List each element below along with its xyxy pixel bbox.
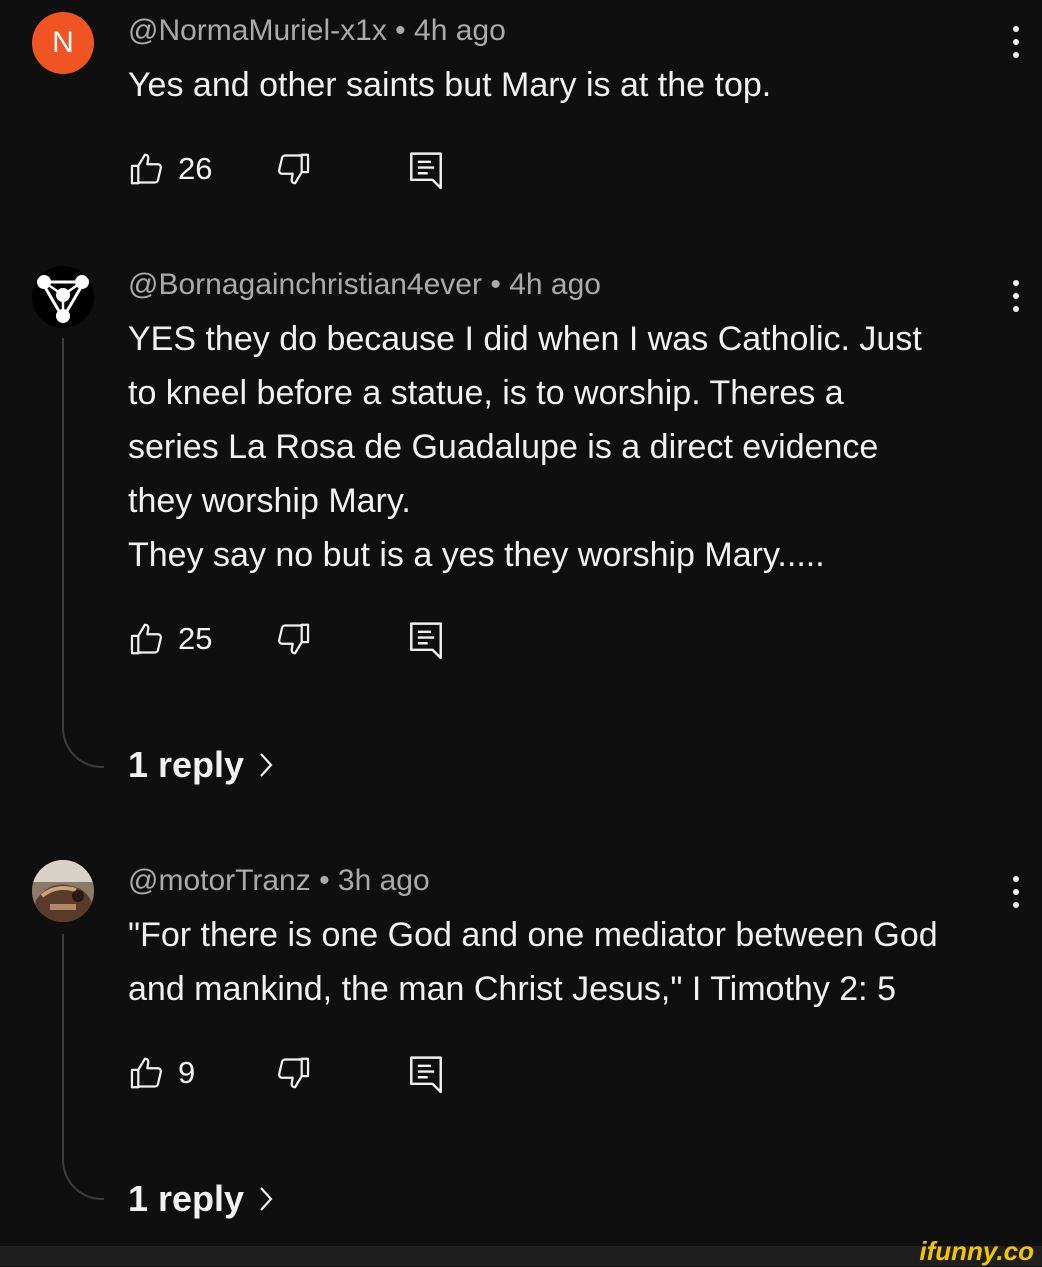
comment-time[interactable]: 4h ago xyxy=(509,268,601,301)
chevron-right-icon xyxy=(260,1187,273,1211)
comment-actions: 25 xyxy=(128,620,528,660)
comment-meta: @motorTranz • 3h ago xyxy=(128,864,430,898)
thumbs-up-icon xyxy=(130,1057,162,1089)
thumbs-down-icon xyxy=(278,1057,310,1089)
comment-author[interactable]: @motorTranz xyxy=(128,864,311,897)
reply-button[interactable] xyxy=(408,620,444,660)
comment-icon xyxy=(410,1056,442,1094)
footer-bar xyxy=(0,1246,1042,1266)
like-button[interactable]: 9 xyxy=(128,1054,195,1092)
comment-text: Yes and other saints but Mary is at the … xyxy=(128,66,772,104)
comment-text: YES they do because I did when I was Cat… xyxy=(128,320,922,574)
comment-icon xyxy=(410,152,442,190)
thumbs-down-icon xyxy=(278,623,310,655)
thread-line xyxy=(62,338,104,768)
car-photo-avatar-icon xyxy=(32,860,94,922)
view-replies-button[interactable]: 1 reply xyxy=(128,744,274,786)
chevron-right-icon xyxy=(260,753,273,777)
dislike-button[interactable] xyxy=(274,1054,312,1092)
more-options-icon[interactable] xyxy=(1004,872,1028,912)
thumbs-up-icon xyxy=(130,153,162,185)
meta-separator: • xyxy=(319,864,330,897)
view-replies-button[interactable]: 1 reply xyxy=(128,1178,274,1220)
dislike-button[interactable] xyxy=(274,620,312,658)
meta-separator: • xyxy=(490,268,501,301)
more-options-icon[interactable] xyxy=(1004,22,1028,62)
avatar-letter: N xyxy=(52,26,74,59)
like-count: 26 xyxy=(178,151,213,186)
comment-actions: 26 xyxy=(128,150,528,190)
avatar[interactable] xyxy=(32,266,94,328)
avatar[interactable] xyxy=(32,860,94,922)
thumbs-down-icon xyxy=(278,153,310,185)
reply-button[interactable] xyxy=(408,1054,444,1094)
comment-time[interactable]: 3h ago xyxy=(338,864,430,897)
comment-author[interactable]: @NormaMuriel-x1x xyxy=(128,14,387,47)
reply-count: 1 reply xyxy=(128,744,245,785)
more-options-icon[interactable] xyxy=(1004,276,1028,316)
thumbs-up-icon xyxy=(130,623,162,655)
ifunny-watermark: ifunny.co xyxy=(919,1236,1034,1266)
comment-text: "For there is one God and one mediator b… xyxy=(128,916,938,1008)
thread-line xyxy=(62,934,104,1200)
like-button[interactable]: 25 xyxy=(128,620,212,658)
reply-button[interactable] xyxy=(408,150,444,190)
dislike-button[interactable] xyxy=(274,150,312,188)
trinity-shield-avatar-icon xyxy=(32,266,94,328)
comment-time[interactable]: 4h ago xyxy=(414,14,506,47)
comment-actions: 9 xyxy=(128,1054,528,1094)
like-button[interactable]: 26 xyxy=(128,150,212,188)
meta-separator: • xyxy=(395,14,406,47)
avatar[interactable]: N xyxy=(32,12,94,74)
comment-author[interactable]: @Bornagainchristian4ever xyxy=(128,268,482,301)
comment-meta: @Bornagainchristian4ever • 4h ago xyxy=(128,268,601,302)
reply-count: 1 reply xyxy=(128,1178,245,1219)
like-count: 25 xyxy=(178,621,213,656)
comment-meta: @NormaMuriel-x1x • 4h ago xyxy=(128,14,506,48)
comment-icon xyxy=(410,622,442,660)
like-count: 9 xyxy=(178,1055,196,1090)
